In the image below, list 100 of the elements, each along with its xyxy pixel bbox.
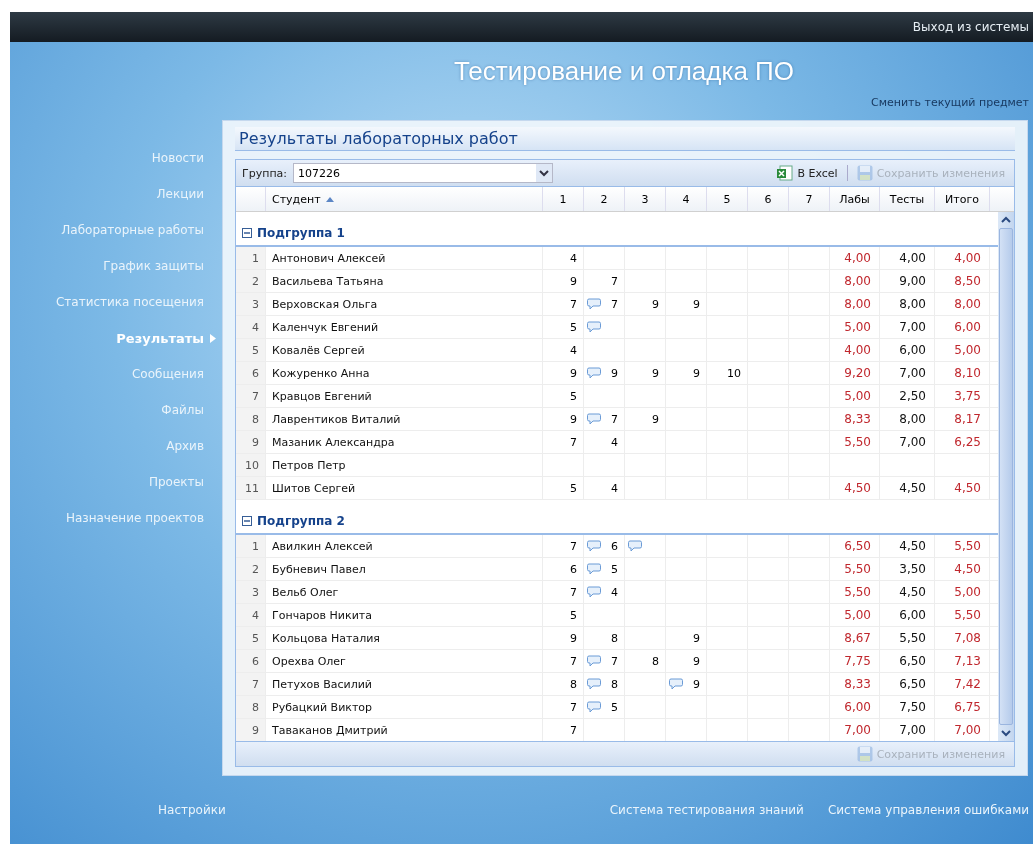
labs-score: 4,00 xyxy=(830,247,880,269)
column-header[interactable]: 3 xyxy=(625,187,666,211)
mark-cell[interactable]: 8 xyxy=(584,673,625,695)
row-number: 1 xyxy=(236,535,266,557)
collapse-icon[interactable] xyxy=(242,515,252,526)
mark-cell[interactable]: 4 xyxy=(543,339,584,361)
row-number: 4 xyxy=(236,316,266,338)
column-header[interactable]: Студент xyxy=(266,187,543,211)
mark-cell[interactable]: 4 xyxy=(584,581,625,603)
comment-icon[interactable] xyxy=(587,321,601,333)
mark-cell[interactable]: 4 xyxy=(543,247,584,269)
mark-cell[interactable]: 7 xyxy=(543,293,584,315)
column-header[interactable]: Итого xyxy=(935,187,990,211)
mark-cell[interactable]: 9 xyxy=(543,362,584,384)
mark-value: 7 xyxy=(570,723,577,737)
comment-icon[interactable] xyxy=(587,563,601,575)
mark-cell[interactable]: 6 xyxy=(543,558,584,580)
labs-score: 9,20 xyxy=(830,362,880,384)
mark-cell[interactable]: 7 xyxy=(543,581,584,603)
mark-value: 4 xyxy=(611,481,618,495)
student-name: Антонович Алексей xyxy=(266,247,543,269)
mark-cell[interactable]: 8 xyxy=(543,673,584,695)
comment-icon[interactable] xyxy=(587,540,601,552)
mark-cell[interactable]: 7 xyxy=(543,696,584,718)
mark-value: 5 xyxy=(611,700,618,714)
scrollbar[interactable] xyxy=(998,212,1014,741)
mark-cell[interactable]: 7 xyxy=(584,408,625,430)
mark-cell[interactable]: 9 xyxy=(666,293,707,315)
comment-icon[interactable] xyxy=(587,678,601,690)
scroll-thumb[interactable] xyxy=(999,228,1013,725)
column-header[interactable]: 2 xyxy=(584,187,625,211)
mark-cell[interactable] xyxy=(584,316,625,338)
mark-value: 9 xyxy=(693,631,700,645)
mark-cell[interactable]: 9 xyxy=(666,650,707,672)
mark-cell[interactable]: 7 xyxy=(543,535,584,557)
column-header[interactable]: Лабы xyxy=(830,187,880,211)
comment-icon[interactable] xyxy=(587,655,601,667)
mark-value: 5 xyxy=(570,389,577,403)
comment-icon[interactable] xyxy=(587,367,601,379)
mark-value: 4 xyxy=(611,585,618,599)
comment-icon[interactable] xyxy=(587,298,601,310)
mark-cell[interactable]: 7 xyxy=(584,650,625,672)
total-score: 8,00 xyxy=(935,293,990,315)
column-header[interactable]: 6 xyxy=(748,187,789,211)
row-number: 6 xyxy=(236,362,266,384)
mark-cell[interactable]: 5 xyxy=(543,477,584,499)
column-header[interactable]: 4 xyxy=(666,187,707,211)
mark-cell[interactable]: 9 xyxy=(666,362,707,384)
mark-value: 8 xyxy=(570,677,577,691)
excel-export-button[interactable]: В Excel xyxy=(774,164,841,182)
mark-cell[interactable]: 5 xyxy=(543,316,584,338)
comment-icon[interactable] xyxy=(587,586,601,598)
mark-cell[interactable]: 7 xyxy=(584,293,625,315)
comment-icon[interactable] xyxy=(587,701,601,713)
mark-cell[interactable]: 9 xyxy=(625,408,666,430)
comment-icon[interactable] xyxy=(669,678,683,690)
mark-cell[interactable]: 9 xyxy=(666,673,707,695)
mark-cell[interactable]: 9 xyxy=(543,270,584,292)
mark-cell[interactable]: 4 xyxy=(584,431,625,453)
column-header[interactable]: 1 xyxy=(543,187,584,211)
comment-icon[interactable] xyxy=(628,540,642,552)
mark-cell[interactable]: 9 xyxy=(543,408,584,430)
mark-cell[interactable]: 5 xyxy=(543,385,584,407)
column-header[interactable]: Тесты xyxy=(880,187,935,211)
mark-cell[interactable]: 7 xyxy=(543,431,584,453)
labs-score: 5,50 xyxy=(830,581,880,603)
mark-cell[interactable]: 4 xyxy=(584,477,625,499)
mark-value: 7 xyxy=(611,412,618,426)
mark-value: 9 xyxy=(611,366,618,380)
mark-cell[interactable]: 5 xyxy=(584,558,625,580)
tests-score: 4,50 xyxy=(880,535,935,557)
mark-cell[interactable]: 9 xyxy=(625,293,666,315)
student-name: Орехва Олег xyxy=(266,650,543,672)
mark-cell[interactable]: 8 xyxy=(584,627,625,649)
logout-link[interactable]: Выход из системы xyxy=(912,20,1029,34)
mark-cell[interactable]: 10 xyxy=(707,362,748,384)
mark-cell[interactable]: 5 xyxy=(584,696,625,718)
mark-cell[interactable]: 9 xyxy=(543,627,584,649)
mark-value: 4 xyxy=(570,251,577,265)
tests-score: 6,50 xyxy=(880,650,935,672)
mark-cell[interactable]: 9 xyxy=(584,362,625,384)
mark-cell[interactable]: 9 xyxy=(625,362,666,384)
labs-score: 8,00 xyxy=(830,293,880,315)
mark-cell[interactable]: 8 xyxy=(625,650,666,672)
mark-cell[interactable] xyxy=(625,535,666,557)
mark-cell[interactable]: 5 xyxy=(543,604,584,626)
collapse-icon[interactable] xyxy=(242,227,252,238)
labs-score: 8,67 xyxy=(830,627,880,649)
change-subject-link[interactable]: Сменить текущий предмет xyxy=(871,96,1029,109)
comment-icon[interactable] xyxy=(587,413,601,425)
mark-cell[interactable]: 7 xyxy=(543,650,584,672)
column-header[interactable]: 5 xyxy=(707,187,748,211)
total-score: 7,42 xyxy=(935,673,990,695)
column-header[interactable]: 7 xyxy=(789,187,830,211)
mark-value: 5 xyxy=(570,320,577,334)
mark-cell[interactable]: 9 xyxy=(666,627,707,649)
mark-cell[interactable]: 6 xyxy=(584,535,625,557)
mark-cell[interactable]: 7 xyxy=(584,270,625,292)
group-select[interactable]: 107226 xyxy=(293,163,554,183)
total-score: 8,17 xyxy=(935,408,990,430)
